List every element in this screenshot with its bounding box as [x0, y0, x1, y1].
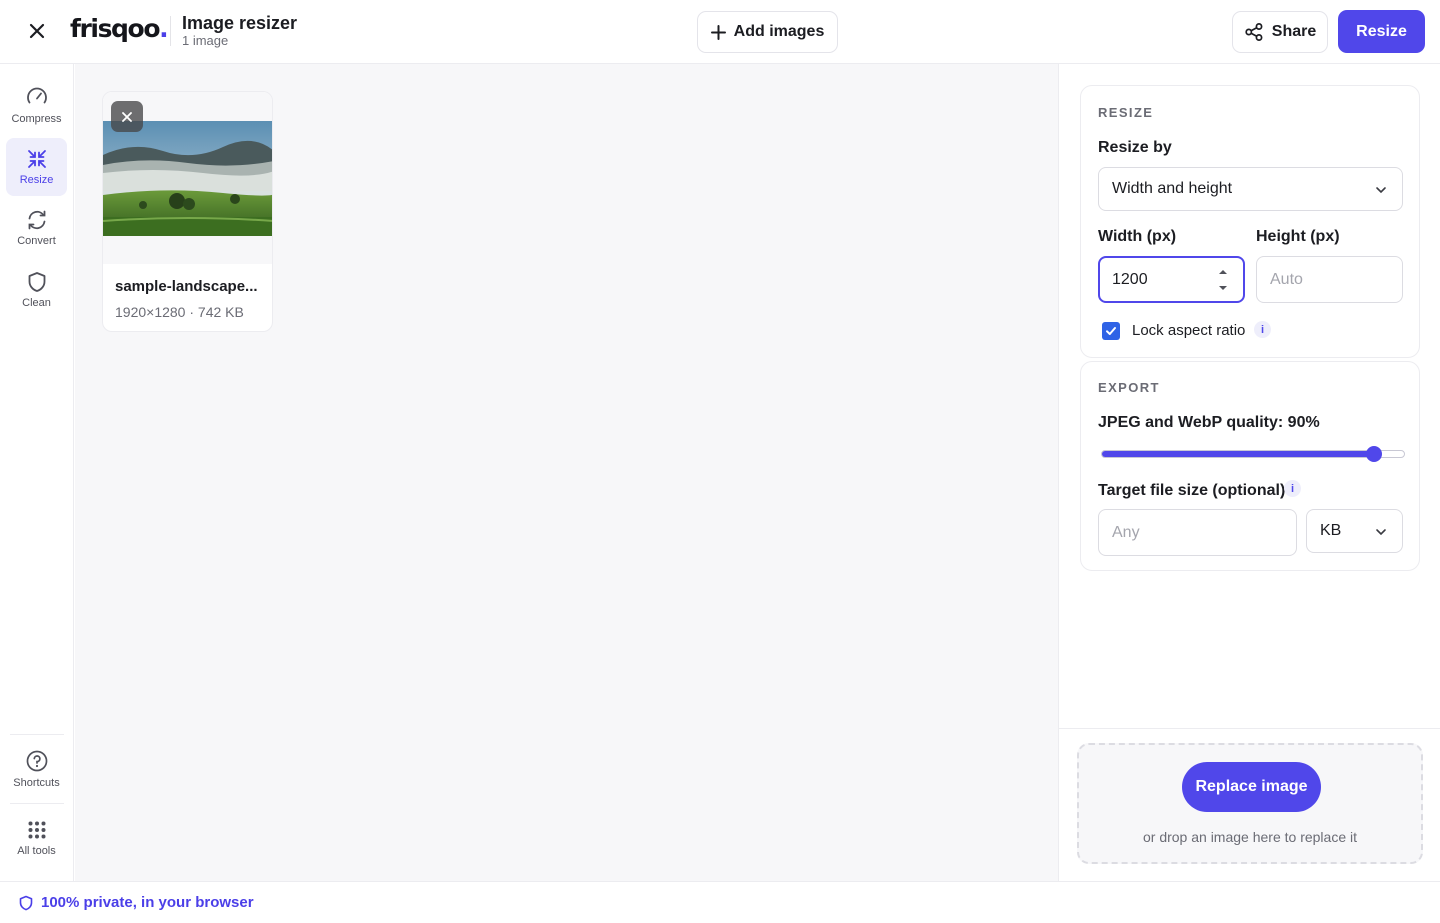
- width-field[interactable]: 1200: [1098, 256, 1245, 303]
- sidebar-item-label: Convert: [17, 235, 56, 247]
- target-size-info-icon[interactable]: i: [1284, 480, 1301, 497]
- logo-dot: .: [159, 14, 169, 43]
- sidebar-item-resize[interactable]: Resize: [6, 138, 67, 196]
- sidebar-item-label: All tools: [17, 845, 56, 857]
- target-size-placeholder: Any: [1112, 523, 1140, 541]
- caret-down-icon: [1219, 286, 1227, 290]
- sidebar-item-convert[interactable]: Convert: [6, 199, 67, 257]
- sidebar-item-label: Compress: [11, 113, 62, 125]
- close-icon: [29, 23, 45, 39]
- thumbnail-area: [103, 92, 272, 264]
- sidebar-divider: [10, 734, 64, 735]
- caret-up-icon: [1219, 270, 1227, 274]
- export-settings-card: EXPORT JPEG and WebP quality: 90% Target…: [1080, 361, 1420, 571]
- sidebar-item-compress[interactable]: Compress: [6, 76, 67, 134]
- close-icon: [122, 111, 132, 122]
- quality-slider-fill: [1102, 451, 1374, 457]
- shield-icon: [28, 272, 45, 292]
- size-unit-select[interactable]: KB: [1306, 509, 1403, 553]
- share-icon: [1245, 23, 1263, 41]
- title-divider: [170, 16, 171, 46]
- image-thumbnail: [103, 121, 272, 236]
- logo-text: frisqoo: [70, 14, 161, 43]
- shield-icon: [19, 895, 33, 910]
- resize-by-label: Resize by: [1098, 139, 1172, 156]
- grid-dots-icon: [28, 821, 45, 839]
- target-size-input[interactable]: Any: [1098, 509, 1297, 556]
- image-card[interactable]: sample-landscape... 1920×1280 · 742 KB: [102, 91, 273, 332]
- file-name: sample-landscape...: [115, 278, 258, 295]
- privacy-text: 100% private, in your browser: [41, 894, 254, 911]
- width-value: 1200: [1112, 270, 1148, 288]
- sidebar-item-label: Clean: [22, 297, 51, 309]
- chevron-down-icon: [1376, 187, 1386, 194]
- section-heading: EXPORT: [1098, 380, 1160, 395]
- resize-button[interactable]: Resize: [1338, 10, 1425, 53]
- close-button[interactable]: [22, 16, 52, 46]
- quality-slider-handle[interactable]: [1365, 446, 1382, 462]
- panel-divider: [1059, 728, 1440, 729]
- add-images-button[interactable]: Add images: [697, 11, 838, 53]
- remove-image-button[interactable]: [111, 101, 143, 132]
- image-count: 1 image: [182, 33, 229, 48]
- settings-panel: RESIZE Resize by Width and height Width …: [1058, 64, 1440, 881]
- gauge-icon: [26, 87, 47, 104]
- width-stepper[interactable]: [1217, 269, 1229, 291]
- file-meta: 1920×1280 · 742 KB: [115, 304, 244, 320]
- lock-aspect-info-icon[interactable]: i: [1254, 321, 1271, 338]
- drop-hint: or drop an image here to replace it: [1142, 829, 1357, 845]
- top-bar: frisqoo. Image resizer 1 image Add image…: [0, 0, 1440, 64]
- chevron-down-icon: [1376, 529, 1386, 536]
- privacy-notice[interactable]: 100% private, in your browser: [18, 894, 254, 911]
- drop-zone[interactable]: Replace image or drop an image here to r…: [1077, 743, 1423, 864]
- lock-aspect-label[interactable]: Lock aspect ratio: [1132, 322, 1245, 339]
- target-size-label: Target file size (optional): [1098, 482, 1286, 499]
- image-canvas: sample-landscape... 1920×1280 · 742 KB: [75, 64, 1058, 881]
- resize-by-select[interactable]: Width and height: [1098, 167, 1403, 211]
- refresh-icon: [28, 210, 45, 230]
- add-images-label: Add images: [733, 23, 825, 40]
- tool-sidebar: Compress Resize Convert Clean Shortcuts …: [0, 64, 74, 881]
- checkmark-icon: [1106, 327, 1116, 335]
- shrink-arrows-icon: [27, 150, 46, 168]
- section-heading: RESIZE: [1098, 105, 1154, 120]
- sidebar-item-clean[interactable]: Clean: [6, 261, 67, 319]
- replace-image-button[interactable]: Replace image: [1182, 762, 1321, 812]
- resize-by-value: Width and height: [1112, 180, 1233, 197]
- plus-icon: [710, 24, 726, 40]
- sidebar-item-label: Resize: [19, 174, 54, 186]
- logo[interactable]: frisqoo.: [70, 14, 169, 43]
- sidebar-item-shortcuts[interactable]: Shortcuts: [6, 740, 67, 798]
- height-field[interactable]: Auto: [1256, 256, 1403, 303]
- sidebar-item-label: Shortcuts: [13, 777, 60, 789]
- height-placeholder: Auto: [1270, 270, 1303, 288]
- resize-settings-card: RESIZE Resize by Width and height Width …: [1080, 85, 1420, 358]
- page-title: Image resizer: [182, 13, 298, 33]
- footer-bar: 100% private, in your browser: [0, 881, 1440, 923]
- share-button[interactable]: Share: [1232, 11, 1328, 53]
- sidebar-divider: [10, 803, 64, 804]
- lock-aspect-checkbox[interactable]: [1102, 322, 1120, 340]
- height-label: Height (px): [1256, 228, 1340, 245]
- share-label: Share: [1271, 23, 1317, 40]
- quality-slider[interactable]: [1101, 446, 1405, 462]
- sidebar-item-all-tools[interactable]: All tools: [6, 809, 67, 867]
- width-label: Width (px): [1098, 228, 1177, 245]
- question-circle-icon: [26, 750, 47, 772]
- quality-label: JPEG and WebP quality: 90%: [1098, 414, 1320, 431]
- size-unit-value: KB: [1320, 522, 1342, 539]
